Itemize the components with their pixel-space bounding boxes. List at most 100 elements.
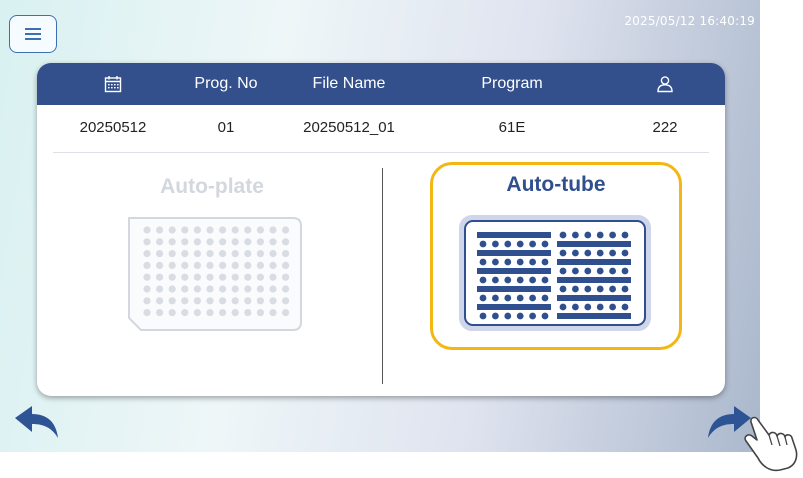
tube-slot [559,249,567,257]
column-prog-no: Prog. No [194,75,258,92]
tube-strip [477,250,551,256]
tube-slot [609,231,616,239]
back-arrow-icon[interactable] [12,404,60,440]
plate-well [256,273,264,281]
plate-well [143,273,151,281]
plate-well [193,309,201,317]
tube-slot [596,285,604,293]
tube-slot [479,294,487,302]
plate-icon [128,217,302,331]
plate-well [219,261,227,269]
pointing-hand-icon [744,416,798,472]
menu-button[interactable] [9,15,57,53]
plate-well [256,285,264,293]
tube-strip [477,232,551,238]
plate-well [269,261,277,269]
column-date [104,63,122,105]
tube-slot [529,294,536,302]
plate-well [269,309,277,317]
tube-slot [516,294,524,302]
tube-slot [572,285,579,293]
auto-tube-option[interactable]: Auto-tube [430,162,682,350]
tube-slot [596,231,604,239]
plate-well [269,250,277,258]
plate-well [181,309,189,317]
plate-well [193,226,201,234]
plate-well [231,250,239,258]
plate-well [269,273,277,281]
hamburger-icon [25,28,41,40]
plate-well [156,273,164,281]
plate-well [181,297,189,305]
tube-slot [572,303,579,311]
plate-well [244,226,252,234]
tube-slot [621,285,629,293]
plate-well [219,250,227,258]
tube-slot [516,240,524,248]
plate-well [143,285,151,293]
plate-well [244,273,252,281]
table-row[interactable]: 20250512 01 20250512_01 61E 222 [37,105,725,149]
plate-well [219,273,227,281]
plate-well [156,297,164,305]
tube-slot [504,294,512,302]
plate-well [193,238,201,246]
plate-well [282,297,290,305]
cell-file-name: 20250512_01 [303,118,395,136]
plate-well [156,309,164,317]
tube-slot [541,312,549,320]
tube-slot [504,258,512,266]
plate-well [269,226,277,234]
tube-slot [541,240,549,248]
plate-well [256,250,264,258]
plate-well [282,309,290,317]
plate-well [193,297,201,305]
plate-well [206,273,214,281]
plate-well [282,250,290,258]
plate-well [256,309,264,317]
plate-well [193,285,201,293]
auto-plate-option[interactable]: Auto-plate [107,171,317,341]
plate-well [244,297,252,305]
cell-date: 20250512 [79,118,147,136]
plate-well [156,285,164,293]
tube-slot [621,303,629,311]
tube-slot [492,276,499,284]
tube-strip [557,241,631,247]
plate-well [168,261,176,269]
screen: 2025/05/12 16:40:19 Prog. No File Name P… [0,0,760,452]
plate-well [219,285,227,293]
tube-slot [479,276,487,284]
option-divider [382,168,383,384]
plate-well [168,226,176,234]
plate-well [143,238,151,246]
plate-well [282,261,290,269]
tube-slot [504,276,512,284]
plate-well [143,297,151,305]
tube-strip [477,286,551,292]
calendar-icon [104,76,122,93]
table-header: Prog. No File Name Program [37,63,725,105]
tube-slot [479,240,487,248]
plate-well [282,238,290,246]
plate-well [181,285,189,293]
tube-slot [584,249,592,257]
tube-slot [541,258,549,266]
tube-slot [504,240,512,248]
tube-slot [492,258,499,266]
tube-slot [572,249,579,257]
plate-well [206,238,214,246]
column-user [656,63,674,105]
cell-program: 61E [498,118,526,136]
tube-strip [557,277,631,283]
plate-well [219,309,227,317]
plate-well [193,250,201,258]
plate-well [244,238,252,246]
tube-slot [559,267,567,275]
plate-well [206,250,214,258]
tube-slot [541,276,549,284]
plate-well [244,250,252,258]
plate-well [143,261,151,269]
tube-slot [609,303,616,311]
plate-well [143,250,151,258]
